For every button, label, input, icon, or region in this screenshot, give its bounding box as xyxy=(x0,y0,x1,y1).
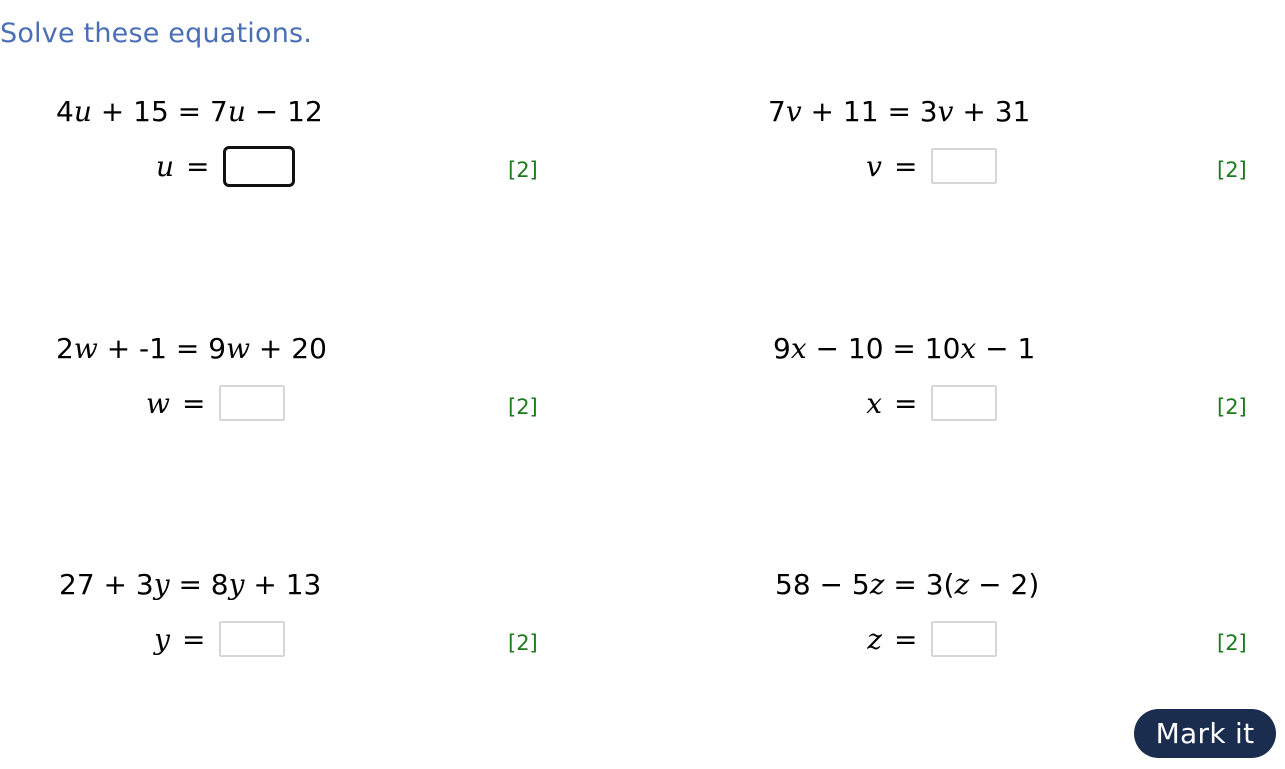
variable-label: x xyxy=(866,386,882,420)
equation-text: + 11 = 3 xyxy=(801,95,938,128)
equation-text: + 13 xyxy=(244,568,322,601)
question-w: 2w + -1 = 9w + 20 w = [2] xyxy=(56,331,616,451)
equation-text: + 15 = 7 xyxy=(91,95,228,128)
equation: 4u + 15 = 7u − 12 xyxy=(56,94,323,130)
marks-label: [2] xyxy=(508,158,538,182)
equals-sign: = xyxy=(182,622,206,656)
equals-sign: = xyxy=(894,149,918,183)
equation: 9x − 10 = 10x − 1 xyxy=(773,331,1035,367)
marks-label: [2] xyxy=(1217,631,1247,655)
equation-variable: z xyxy=(954,568,970,601)
answer-row: x = xyxy=(856,382,998,424)
equation: 27 + 3y = 8y + 13 xyxy=(59,567,321,603)
answer-row: y = xyxy=(144,618,286,660)
equation-variable: w xyxy=(73,332,98,365)
equation-text: 7 xyxy=(768,95,786,128)
equation-variable: y xyxy=(153,568,170,601)
answer-input-y[interactable] xyxy=(219,621,286,657)
equation-variable: u xyxy=(73,95,92,128)
equation-variable: w xyxy=(226,332,251,365)
equation-text: − 1 xyxy=(976,332,1036,365)
marks-label: [2] xyxy=(1217,158,1247,182)
question-u: 4u + 15 = 7u − 12 u = [2] xyxy=(56,94,616,214)
answer-input-z[interactable] xyxy=(931,621,998,657)
equation: 7v + 11 = 3v + 31 xyxy=(768,94,1030,130)
equation-text: − 12 xyxy=(245,95,323,128)
equation-variable: u xyxy=(227,95,246,128)
marks-label: [2] xyxy=(1217,395,1247,419)
answer-row: w = xyxy=(144,382,286,424)
equation-text: 2 xyxy=(56,332,74,365)
question-v: 7v + 11 = 3v + 31 v = [2] xyxy=(768,94,1285,214)
question-y: 27 + 3y = 8y + 13 y = [2] xyxy=(59,567,619,687)
equation-variable: v xyxy=(937,95,954,128)
equals-sign: = xyxy=(894,622,918,656)
answer-input-v[interactable] xyxy=(931,148,998,184)
equation: 58 − 5z = 3(z − 2) xyxy=(775,567,1039,603)
equation-variable: z xyxy=(869,568,885,601)
equation-text: − 10 = 10 xyxy=(806,332,961,365)
equation: 2w + -1 = 9w + 20 xyxy=(56,331,327,367)
answer-input-x[interactable] xyxy=(931,385,998,421)
question-z: 58 − 5z = 3(z − 2) z = [2] xyxy=(775,567,1285,687)
variable-label: y xyxy=(154,622,170,656)
equation-variable: x xyxy=(960,332,977,365)
equation-variable: v xyxy=(785,95,802,128)
equation-text: 27 + 3 xyxy=(59,568,154,601)
equals-sign: = xyxy=(186,149,210,183)
question-x: 9x − 10 = 10x − 1 x = [2] xyxy=(773,331,1285,451)
equation-text: 4 xyxy=(56,95,74,128)
variable-label: v xyxy=(866,149,882,183)
variable-label: z xyxy=(867,622,882,656)
equation-text: + 31 xyxy=(953,95,1031,128)
instructions-title: Solve these equations. xyxy=(0,18,313,49)
equation-text: + -1 = 9 xyxy=(97,332,227,365)
answer-input-w[interactable] xyxy=(219,385,286,421)
marks-label: [2] xyxy=(508,631,538,655)
answer-row: z = xyxy=(856,618,998,660)
equals-sign: = xyxy=(894,386,918,420)
variable-label: w xyxy=(146,386,170,420)
marks-label: [2] xyxy=(508,395,538,419)
answer-input-u[interactable] xyxy=(223,145,296,187)
equation-text: = 8 xyxy=(169,568,229,601)
variable-label: u xyxy=(155,149,174,183)
equation-variable: x xyxy=(790,332,807,365)
equals-sign: = xyxy=(182,386,206,420)
equation-text: 9 xyxy=(773,332,791,365)
answer-row: v = xyxy=(856,145,998,187)
equation-text: = 3( xyxy=(884,568,955,601)
equation-text: + 20 xyxy=(250,332,327,365)
mark-it-button[interactable]: Mark it xyxy=(1134,709,1276,758)
equation-variable: y xyxy=(228,568,245,601)
equation-text: 58 − 5 xyxy=(775,568,870,601)
answer-row: u = xyxy=(148,145,296,187)
equation-text: − 2) xyxy=(969,568,1040,601)
